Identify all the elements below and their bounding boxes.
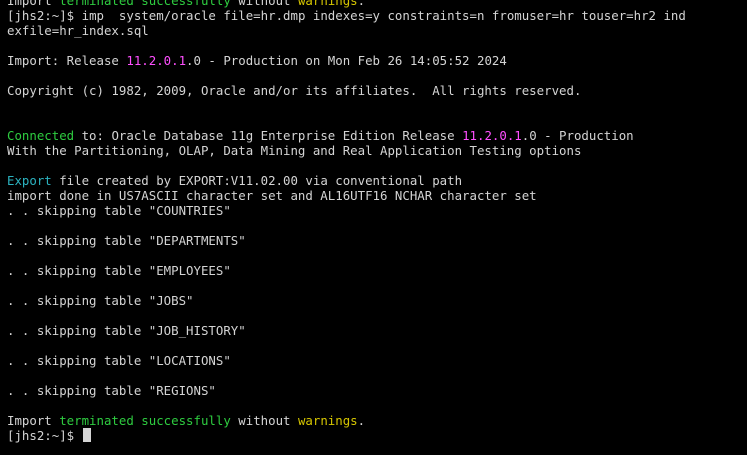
command-text: imp system/oracle file=hr.dmp indexes=y … — [81, 8, 686, 23]
text: Import — [7, 413, 60, 428]
keyword-terminated: terminated — [59, 0, 134, 8]
options-line: With the Partitioning, OLAP, Data Mining… — [7, 143, 582, 158]
skipping-table-line: . . skipping table "COUNTRIES" — [7, 203, 231, 218]
command-line-wrap: exfile=hr_index.sql — [7, 23, 747, 38]
skipping-table-line: . . skipping table "EMPLOYEES" — [7, 263, 231, 278]
terminal-output: Import terminated successfully without w… — [7, 0, 747, 443]
text: . — [357, 413, 366, 428]
text-cursor — [82, 428, 91, 442]
release-line: Import: Release 11.2.0.1.0 - Production … — [7, 53, 747, 68]
skipping-table-line: . . skipping table "LOCATIONS" — [7, 353, 231, 368]
copyright-line: Copyright (c) 1982, 2009, Oracle and/or … — [7, 83, 582, 98]
skipping-table-line: . . skipping table "DEPARTMENTS" — [7, 233, 246, 248]
text: .0 - Production on Mon Feb 26 14:05:52 2… — [186, 53, 507, 68]
prompt-line[interactable]: [jhs2:~]$ — [7, 428, 747, 443]
keyword-warnings: warnings — [297, 413, 358, 428]
text: to: Oracle Database 11g Enterprise Editi… — [74, 128, 463, 143]
text: without — [230, 0, 298, 8]
keyword-warnings: warnings — [297, 0, 358, 8]
previous-status-line: Import terminated successfully without w… — [7, 0, 747, 8]
text: file created by EXPORT:V11.02.00 via con… — [51, 173, 463, 188]
text: Import — [7, 0, 60, 8]
text: Import: Release — [7, 53, 127, 68]
final-status-line: Import terminated successfully without w… — [7, 413, 747, 428]
command-line: [jhs2:~]$ imp system/oracle file=hr.dmp … — [7, 8, 747, 23]
charset-line: import done in US7ASCII character set an… — [7, 188, 537, 203]
keyword-terminated: terminated — [59, 413, 134, 428]
keyword-export: Export — [7, 173, 52, 188]
command-text-continued: exfile=hr_index.sql — [7, 23, 149, 38]
terminal-window[interactable]: Import terminated successfully without w… — [0, 0, 747, 455]
skipping-table-line: . . skipping table "JOB_HISTORY" — [7, 323, 246, 338]
text: .0 - Production — [521, 128, 634, 143]
version-number: 11.2.0.1 — [462, 128, 522, 143]
skipping-table-line: . . skipping table "REGIONS" — [7, 383, 216, 398]
shell-prompt: [jhs2:~]$ — [7, 428, 82, 443]
shell-prompt: [jhs2:~]$ — [7, 8, 82, 23]
export-line: Export file created by EXPORT:V11.02.00 … — [7, 173, 747, 188]
version-number: 11.2.0.1 — [126, 53, 187, 68]
keyword-successfully: successfully — [141, 0, 231, 8]
keyword-successfully: successfully — [141, 413, 231, 428]
connected-line: Connected to: Oracle Database 11g Enterp… — [7, 128, 747, 143]
text: . — [357, 0, 366, 8]
text: without — [230, 413, 298, 428]
keyword-connected: Connected — [7, 128, 75, 143]
skipping-table-line: . . skipping table "JOBS" — [7, 293, 194, 308]
